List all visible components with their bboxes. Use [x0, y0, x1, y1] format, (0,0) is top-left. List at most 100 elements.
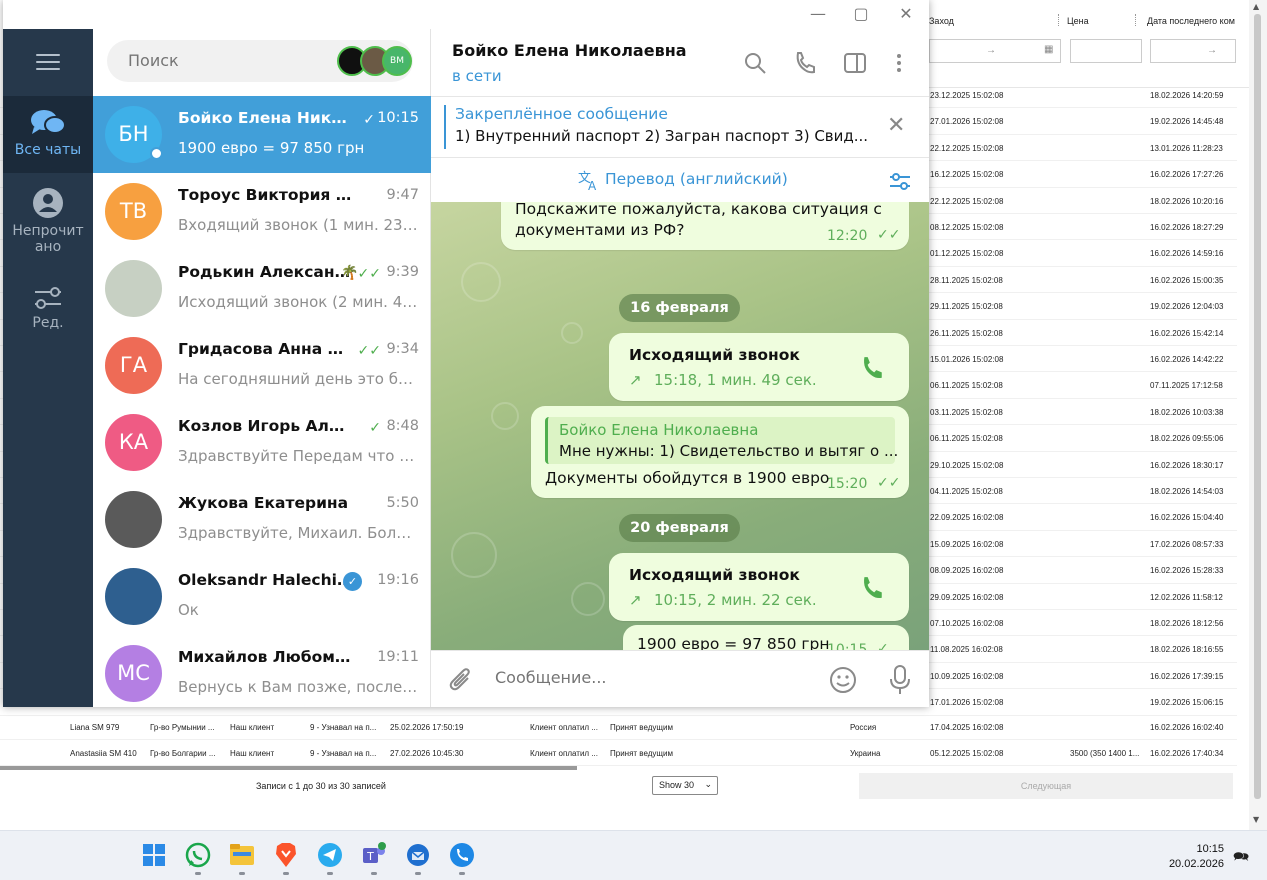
- translate-settings-icon[interactable]: [889, 171, 911, 191]
- chat-item[interactable]: Жукова Екатерина 5:50 Здравствуйте, Михаил…: [93, 481, 431, 558]
- window-titlebar[interactable]: — ▢ ✕: [3, 0, 929, 29]
- close-window-icon[interactable]: ✕: [894, 4, 918, 24]
- page-size-select[interactable]: Show 30 ⌄: [652, 776, 718, 795]
- teams-icon[interactable]: T: [361, 842, 387, 868]
- message-bubble[interactable]: Бойко Елена Николаевна Мне нужны: 1) Сви…: [531, 406, 909, 498]
- thunderbird-icon[interactable]: [405, 842, 431, 868]
- microphone-icon[interactable]: [889, 665, 911, 695]
- translate-bar[interactable]: 文A Перевод (английский): [431, 158, 929, 202]
- sidebar-toggle-icon[interactable]: [843, 51, 867, 75]
- column-separator[interactable]: [1135, 14, 1137, 26]
- running-indicator: [371, 872, 377, 875]
- chat-preview: 1900 евро = 97 850 грн: [178, 139, 365, 157]
- minimize-icon[interactable]: —: [806, 4, 830, 24]
- price-filter-input[interactable]: [1070, 39, 1142, 63]
- avatar: ГА: [105, 337, 162, 394]
- chat-item[interactable]: ТВ Тороус Виктория Влади... 9:47 Входящий з…: [93, 173, 431, 250]
- chat-item[interactable]: МС Михайлов Любомир с... 19:11 Вернусь к Ва…: [93, 635, 431, 707]
- folder-unread[interactable]: Непрочит ано: [3, 187, 93, 267]
- wallpaper-doodle: [491, 402, 519, 430]
- attach-icon[interactable]: [449, 667, 473, 693]
- cell-date: 26.11.2025 15:02:08: [930, 328, 1003, 338]
- pinned-title: Закреплённое сообщение: [455, 105, 668, 123]
- system-clock[interactable]: 10:15 20.02.2026: [1169, 842, 1224, 872]
- message-bubble[interactable]: Подскажите пожалуйста, какова ситуация с…: [501, 202, 909, 250]
- conversation-header[interactable]: Бойко Елена Николаевна в сети: [431, 29, 929, 97]
- translate-icon: 文A: [578, 171, 597, 192]
- close-icon[interactable]: ✕: [887, 113, 905, 138]
- more-options-icon[interactable]: [887, 51, 911, 75]
- scroll-up-icon[interactable]: ▲: [1253, 2, 1259, 11]
- chat-item[interactable]: Oleksandr Halechian ✓ 19:16 Ок: [93, 558, 431, 635]
- cell-last-comment: 16.02.2026 15:00:35: [1150, 275, 1224, 285]
- cell-country: Украина: [850, 749, 881, 758]
- translate-label[interactable]: Перевод (английский): [605, 170, 788, 188]
- pinned-indicator: [444, 105, 446, 149]
- scroll-thumb[interactable]: [1254, 14, 1261, 799]
- chat-item[interactable]: ГА Гридасова Анна Але...✓✓ 9:34 На сегодняш…: [93, 327, 431, 404]
- chat-item[interactable]: Родькин Александ... 🌴 ✓✓ 9:39 Исходящий звон…: [93, 250, 431, 327]
- svg-text:T: T: [366, 850, 374, 863]
- hamburger-menu-icon[interactable]: [36, 54, 60, 70]
- last-comment-filter[interactable]: →: [1150, 39, 1236, 63]
- phone-app-icon[interactable]: [449, 842, 475, 868]
- folder-edit[interactable]: Ред.: [3, 285, 93, 341]
- cell-date: 15.01.2026 15:02:08: [930, 355, 1004, 364]
- file-explorer-icon[interactable]: [229, 842, 255, 868]
- brave-browser-icon[interactable]: [273, 842, 299, 868]
- chat-name: Михайлов Любомир с...: [178, 648, 353, 666]
- message-input[interactable]: [495, 668, 795, 687]
- wallpaper-doodle: [451, 532, 497, 578]
- message-composer: [431, 650, 929, 707]
- vertical-scrollbar[interactable]: ▲ ▼: [1249, 0, 1267, 830]
- call-phone-icon[interactable]: [859, 575, 885, 601]
- column-separator[interactable]: [1058, 14, 1060, 26]
- double-check-icon: ✓✓: [877, 475, 901, 491]
- scroll-down-icon[interactable]: ▼: [1253, 815, 1259, 824]
- date-range-filter[interactable]: → ▦: [929, 39, 1061, 63]
- chat-item[interactable]: КА Козлов Игорь Алекс... ✓ 8:48 Здравствуйте…: [93, 404, 431, 481]
- chat-time: 9:34: [386, 341, 419, 357]
- call-phone-icon[interactable]: [859, 355, 885, 381]
- notifications-icon[interactable]: 🗪: [1233, 848, 1249, 870]
- folder-edit-label: Ред.: [32, 315, 64, 331]
- cell-date: 04.11.2025 15:02:08: [930, 487, 1003, 496]
- contact-name[interactable]: Бойко Елена Николаевна: [452, 41, 687, 60]
- calendar-icon: ▦: [1044, 44, 1054, 55]
- chat-item[interactable]: БН Бойко Елена Никол... ✓ 10:15 1900 евро = …: [93, 96, 431, 173]
- table-footer: Записи с 1 до 30 из 30 записей Show 30 ⌄…: [0, 770, 1237, 800]
- emoji-icon[interactable]: [829, 666, 857, 694]
- pinned-message[interactable]: Закреплённое сообщение 1) Внутренний пас…: [431, 97, 929, 158]
- telegram-icon[interactable]: [317, 842, 343, 868]
- search-box[interactable]: ВМ: [107, 40, 413, 82]
- cell-last-comment: 16.02.2026 15:04:40: [1150, 513, 1224, 523]
- chevron-down-icon: ⌄: [704, 779, 712, 789]
- story-avatar[interactable]: ВМ: [382, 46, 412, 76]
- column-header-visit[interactable]: Заход: [929, 16, 954, 26]
- running-indicator: [415, 872, 421, 875]
- search-input[interactable]: [128, 51, 328, 70]
- table-row[interactable]: Anastasiia SM 410 Гр-во Болгарии ... Наш…: [0, 740, 1237, 767]
- message-area[interactable]: Подскажите пожалуйста, какова ситуация с…: [431, 202, 929, 650]
- table-row[interactable]: Liana SM 979 Гр-во Румынии ... Наш клиен…: [0, 714, 1237, 741]
- cell-date: 07.10.2025 16:02:08: [930, 619, 1004, 628]
- call-bubble[interactable]: Исходящий звонок ↗ 15:18, 1 мин. 49 сек.: [609, 333, 909, 401]
- cell-date: 22.12.2025 15:02:08: [930, 196, 1004, 206]
- column-header-price[interactable]: Цена: [1067, 16, 1089, 26]
- message-bubble[interactable]: 1900 евро = 97 850 грн 10:15 ✓: [623, 625, 909, 650]
- maximize-icon[interactable]: ▢: [849, 4, 873, 24]
- cell-state: Клиент оплатил ...: [530, 749, 598, 758]
- call-bubble[interactable]: Исходящий звонок ↗ 10:15, 2 мин. 22 сек.: [609, 553, 909, 621]
- phone-icon[interactable]: [793, 51, 817, 75]
- windows-start-icon[interactable]: [141, 842, 167, 868]
- call-title: Исходящий звонок: [629, 346, 800, 364]
- search-icon[interactable]: [743, 51, 767, 75]
- folder-all-chats[interactable]: Все чаты: [3, 96, 93, 173]
- cell-date: 10.09.2025 16:02:08: [930, 671, 1004, 681]
- whatsapp-icon[interactable]: [185, 842, 211, 868]
- cell-last-comment: 19.02.2026 15:06:15: [1150, 698, 1224, 708]
- cell-date: 22.12.2025 15:02:08: [930, 143, 1004, 153]
- column-header-last-comment[interactable]: Дата последнего ком: [1147, 16, 1235, 26]
- next-page-button[interactable]: Следующая: [859, 773, 1233, 799]
- reply-quote[interactable]: Бойко Елена Николаевна Мне нужны: 1) Сви…: [545, 417, 898, 464]
